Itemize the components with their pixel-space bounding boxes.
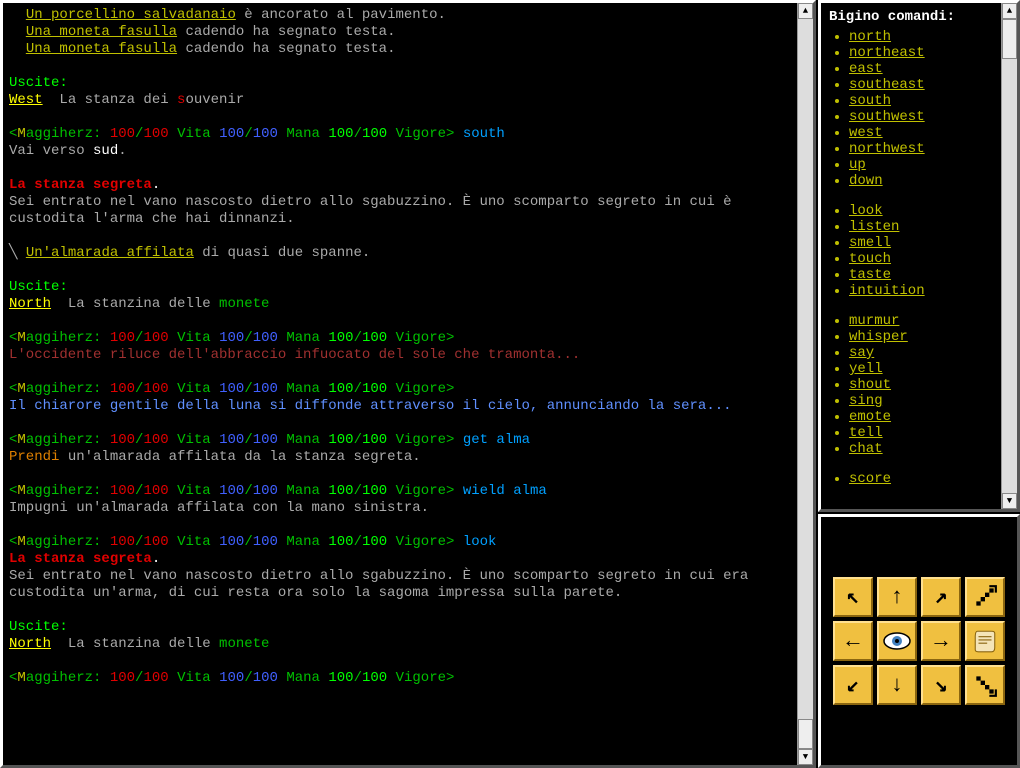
command-item-northeast[interactable]: northeast <box>849 45 993 61</box>
nav-s-button[interactable]: ↓ <box>877 665 917 705</box>
command-item-sing[interactable]: sing <box>849 393 993 409</box>
command-item-murmur[interactable]: murmur <box>849 313 993 329</box>
command-item-east[interactable]: east <box>849 61 993 77</box>
command-item-say[interactable]: say <box>849 345 993 361</box>
main-output-pane: Un porcellino salvadanaio è ancorato al … <box>0 0 816 768</box>
command-item-whisper[interactable]: whisper <box>849 329 993 345</box>
object-link[interactable]: Un porcellino salvadanaio <box>26 7 236 23</box>
nav-sw-button[interactable]: ↙ <box>833 665 873 705</box>
command-item-chat[interactable]: chat <box>849 441 993 457</box>
scroll-down-icon[interactable]: ▼ <box>798 749 813 765</box>
exit-west[interactable]: West <box>9 92 43 108</box>
nav-down-button[interactable] <box>965 665 1005 705</box>
command-item-touch[interactable]: touch <box>849 251 993 267</box>
room-title: La stanza segreta <box>9 177 152 193</box>
nav-ne-button[interactable]: ↗ <box>921 577 961 617</box>
command-help-title: Bigino comandi: <box>829 9 993 25</box>
exit-north[interactable]: North <box>9 296 51 312</box>
command-item-intuition[interactable]: intuition <box>849 283 993 299</box>
command-item-down[interactable]: down <box>849 173 993 189</box>
command-item-shout[interactable]: shout <box>849 377 993 393</box>
command-item-northwest[interactable]: northwest <box>849 141 993 157</box>
command-item-emote[interactable]: emote <box>849 409 993 425</box>
nav-map-button[interactable] <box>965 621 1005 661</box>
command-item-south[interactable]: south <box>849 93 993 109</box>
scroll-thumb[interactable] <box>1002 19 1017 59</box>
command-item-north[interactable]: north <box>849 29 993 45</box>
object-link[interactable]: Una moneta fasulla <box>26 41 177 57</box>
nav-up-button[interactable] <box>965 577 1005 617</box>
command-item-southeast[interactable]: southeast <box>849 77 993 93</box>
item-icon: ╲ <box>9 245 26 261</box>
nav-panel: ↖ ↑ ↗ ← → ↙ ↓ ↘ <box>818 514 1020 768</box>
scroll-down-icon[interactable]: ▼ <box>1002 493 1017 509</box>
nav-n-button[interactable]: ↑ <box>877 577 917 617</box>
nav-se-button[interactable]: ↘ <box>921 665 961 705</box>
scroll-up-icon[interactable]: ▲ <box>798 3 813 19</box>
cmd-scrollbar[interactable]: ▲ ▼ <box>1001 3 1017 509</box>
item-link[interactable]: Un'almarada affilata <box>26 245 194 261</box>
command-help-panel: Bigino comandi: northnortheasteastsouthe… <box>818 0 1020 512</box>
scroll-up-icon[interactable]: ▲ <box>1002 3 1017 19</box>
command-item-southwest[interactable]: southwest <box>849 109 993 125</box>
exits-label: Uscite: <box>9 75 68 91</box>
nav-w-button[interactable]: ← <box>833 621 873 661</box>
command-item-west[interactable]: west <box>849 125 993 141</box>
command-item-look[interactable]: look <box>849 203 993 219</box>
command-item-score[interactable]: score <box>849 471 993 487</box>
command-item-taste[interactable]: taste <box>849 267 993 283</box>
command-item-yell[interactable]: yell <box>849 361 993 377</box>
command-item-tell[interactable]: tell <box>849 425 993 441</box>
command-item-listen[interactable]: listen <box>849 219 993 235</box>
nav-look-button[interactable] <box>877 621 917 661</box>
command-item-smell[interactable]: smell <box>849 235 993 251</box>
command-item-up[interactable]: up <box>849 157 993 173</box>
object-link[interactable]: Una moneta fasulla <box>26 24 177 40</box>
scroll-thumb[interactable] <box>798 719 813 749</box>
main-scrollbar[interactable]: ▲ ▼ <box>797 3 813 765</box>
nav-e-button[interactable]: → <box>921 621 961 661</box>
exit-north[interactable]: North <box>9 636 51 652</box>
game-text: Un porcellino salvadanaio è ancorato al … <box>3 3 797 765</box>
nav-nw-button[interactable]: ↖ <box>833 577 873 617</box>
